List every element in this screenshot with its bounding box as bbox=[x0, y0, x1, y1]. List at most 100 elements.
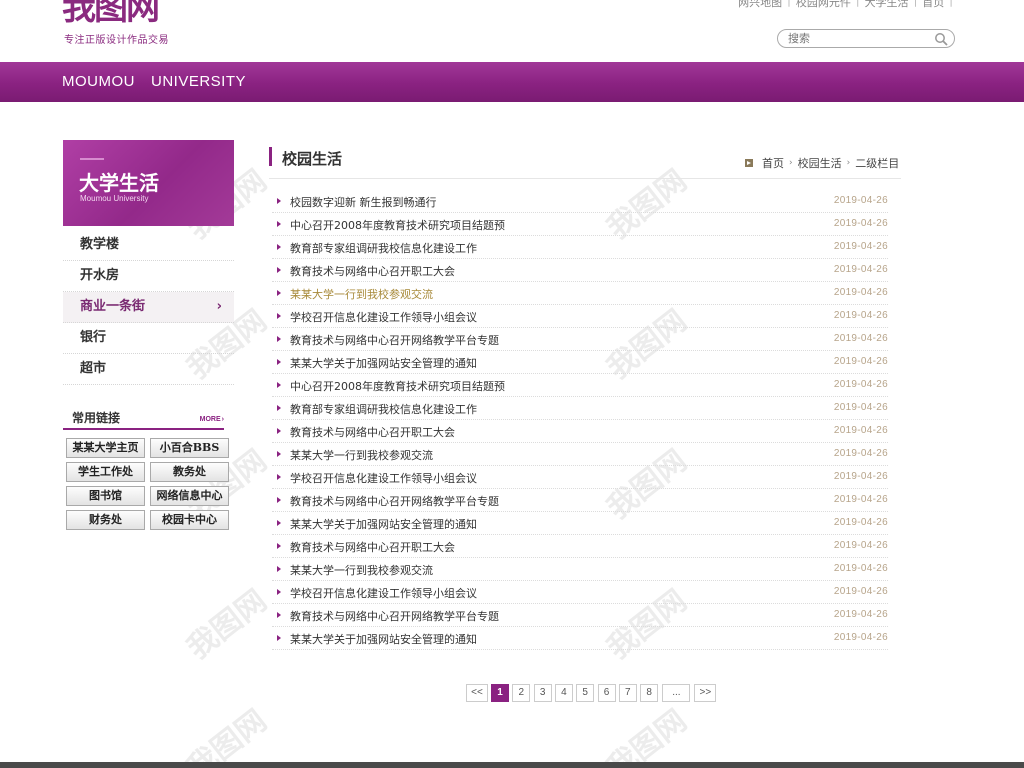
news-title[interactable]: 某某大学一行到我校参观交流 bbox=[290, 447, 433, 463]
news-title[interactable]: 某某大学关于加强网站安全管理的通知 bbox=[290, 355, 477, 371]
news-item[interactable]: 教育技术与网络中心召开职工大会 2019-04-26 bbox=[272, 535, 888, 558]
breadcrumb-separator: › bbox=[789, 158, 793, 168]
page-number-button[interactable]: 2 bbox=[512, 684, 531, 702]
top-link[interactable]: 首页 bbox=[922, 0, 944, 10]
page-number-button[interactable]: 4 bbox=[554, 684, 573, 702]
quick-link-button[interactable]: 校园卡中心 bbox=[150, 510, 229, 530]
bullet-arrow-icon bbox=[277, 405, 281, 411]
breadcrumb-separator: › bbox=[846, 158, 851, 168]
news-item[interactable]: 校园数字迎新 新生报到畅通行 2019-04-26 bbox=[272, 190, 888, 213]
news-item[interactable]: 某某大学关于加强网站安全管理的通知 2019-04-26 bbox=[272, 627, 888, 650]
quick-link-button[interactable]: 图书馆 bbox=[66, 486, 145, 506]
news-title[interactable]: 教育技术与网络中心召开网络教学平台专题 bbox=[290, 332, 499, 348]
news-title[interactable]: 学校召开信息化建设工作领导小组会议 bbox=[290, 470, 477, 486]
university-banner: MOUMOU UNIVERSITY bbox=[0, 62, 1024, 102]
top-link[interactable]: 大学生活 bbox=[865, 0, 909, 10]
bullet-arrow-icon bbox=[277, 221, 281, 227]
sidebar-item[interactable]: 商业一条街 › bbox=[63, 292, 234, 323]
top-link[interactable]: 校园网元件 bbox=[796, 0, 851, 10]
title-divider bbox=[269, 178, 901, 179]
top-link[interactable]: 网兴地图 bbox=[738, 0, 782, 10]
sidebar-item-label: 银行 bbox=[80, 330, 107, 345]
bullet-arrow-icon bbox=[277, 497, 281, 503]
news-title[interactable]: 教育部专家组调研我校信息化建设工作 bbox=[290, 240, 477, 256]
news-title[interactable]: 某某大学一行到我校参观交流 bbox=[290, 286, 433, 302]
quick-link-button[interactable]: 学生工作处 bbox=[66, 462, 145, 482]
news-item[interactable]: 某某大学一行到我校参观交流 2019-04-26 bbox=[272, 443, 888, 466]
site-logo[interactable]: 我图网 bbox=[62, 0, 222, 28]
news-item[interactable]: 学校召开信息化建设工作领导小组会议 2019-04-26 bbox=[272, 305, 888, 328]
news-item[interactable]: 教育技术与网络中心召开职工大会 2019-04-26 bbox=[272, 420, 888, 443]
page-number-button[interactable]: 7 bbox=[618, 684, 637, 702]
page-number-button[interactable]: 1 bbox=[491, 684, 509, 702]
news-item[interactable]: 中心召开2008年度教育技术研究项目结题预 2019-04-26 bbox=[272, 374, 888, 397]
news-title[interactable]: 某某大学一行到我校参观交流 bbox=[290, 562, 433, 578]
news-title[interactable]: 教育技术与网络中心召开网络教学平台专题 bbox=[290, 608, 499, 624]
sidebar-item[interactable]: 超市 bbox=[63, 354, 234, 385]
breadcrumb-item[interactable]: 校园生活 bbox=[798, 155, 842, 171]
news-item[interactable]: 教育技术与网络中心召开网络教学平台专题 2019-04-26 bbox=[272, 328, 888, 351]
sidebar-item[interactable]: 银行 bbox=[63, 323, 234, 354]
news-title[interactable]: 某某大学关于加强网站安全管理的通知 bbox=[290, 631, 477, 647]
bullet-arrow-icon bbox=[277, 635, 281, 641]
page-number-button[interactable]: 6 bbox=[597, 684, 616, 702]
news-item[interactable]: 学校召开信息化建设工作领导小组会议 2019-04-26 bbox=[272, 581, 888, 604]
common-links-title: 常用链接 bbox=[72, 411, 121, 425]
quick-link-button[interactable]: 教务处 bbox=[150, 462, 229, 482]
news-item[interactable]: 某某大学关于加强网站安全管理的通知 2019-04-26 bbox=[272, 512, 888, 535]
more-link[interactable]: MORE› bbox=[200, 416, 224, 423]
more-link-label: MORE bbox=[199, 416, 221, 423]
news-title[interactable]: 中心召开2008年度教育技术研究项目结题预 bbox=[290, 378, 505, 394]
news-date: 2019-04-26 bbox=[833, 632, 888, 643]
next-page-button[interactable]: >> bbox=[694, 684, 717, 702]
page-number-button[interactable]: 8 bbox=[640, 684, 659, 702]
breadcrumb-item[interactable]: 首页 bbox=[762, 155, 784, 171]
news-item[interactable]: 某某大学一行到我校参观交流 2019-04-26 bbox=[272, 282, 888, 305]
news-title[interactable]: 学校召开信息化建设工作领导小组会议 bbox=[290, 585, 477, 601]
sidebar-item[interactable]: 开水房 bbox=[63, 261, 234, 292]
bullet-arrow-icon bbox=[277, 451, 281, 457]
news-title[interactable]: 教育部专家组调研我校信息化建设工作 bbox=[290, 401, 477, 417]
sidebar-banner-title: 大学生活 bbox=[79, 171, 159, 195]
page-number-button[interactable]: 3 bbox=[533, 684, 552, 702]
news-item[interactable]: 某某大学一行到我校参观交流 2019-04-26 bbox=[272, 558, 888, 581]
news-title[interactable]: 教育技术与网络中心召开职工大会 bbox=[290, 263, 455, 279]
news-title[interactable]: 教育技术与网络中心召开网络教学平台专题 bbox=[290, 493, 499, 509]
page-ellipsis: ... bbox=[662, 684, 691, 702]
page-number-button[interactable]: 5 bbox=[576, 684, 595, 702]
quick-link-button[interactable]: 小百合BBS bbox=[150, 438, 229, 458]
bullet-arrow-icon bbox=[277, 543, 281, 549]
news-date: 2019-04-26 bbox=[833, 218, 888, 229]
quick-link-button[interactable]: 网络信息中心 bbox=[150, 486, 229, 506]
sidebar-menu: 教学楼 开水房 商业一条街 › 银行超市 bbox=[63, 230, 234, 385]
news-title[interactable]: 学校召开信息化建设工作领导小组会议 bbox=[290, 309, 477, 325]
bullet-arrow-icon bbox=[277, 267, 281, 273]
news-title[interactable]: 教育技术与网络中心召开职工大会 bbox=[290, 539, 455, 555]
news-item[interactable]: 中心召开2008年度教育技术研究项目结题预 2019-04-26 bbox=[272, 213, 888, 236]
news-date: 2019-04-26 bbox=[833, 195, 888, 206]
news-item[interactable]: 教育技术与网络中心召开职工大会 2019-04-26 bbox=[272, 259, 888, 282]
bullet-arrow-icon bbox=[277, 612, 281, 618]
news-title[interactable]: 教育技术与网络中心召开职工大会 bbox=[290, 424, 455, 440]
news-date: 2019-04-26 bbox=[833, 540, 888, 551]
search-input[interactable] bbox=[788, 31, 928, 46]
sidebar-item[interactable]: 教学楼 bbox=[63, 230, 234, 261]
breadcrumb-item: 二级栏目 bbox=[855, 157, 900, 170]
news-title[interactable]: 某某大学关于加强网站安全管理的通知 bbox=[290, 516, 477, 532]
news-date: 2019-04-26 bbox=[833, 517, 888, 528]
quick-link-button[interactable]: 财务处 bbox=[66, 510, 145, 530]
quick-link-button[interactable]: 某某大学主页 bbox=[66, 438, 145, 458]
news-item[interactable]: 教育技术与网络中心召开网络教学平台专题 2019-04-26 bbox=[272, 489, 888, 512]
news-title[interactable]: 校园数字迎新 新生报到畅通行 bbox=[290, 194, 437, 210]
news-item[interactable]: 学校召开信息化建设工作领导小组会议 2019-04-26 bbox=[272, 466, 888, 489]
news-item[interactable]: 教育部专家组调研我校信息化建设工作 2019-04-26 bbox=[272, 236, 888, 259]
news-item[interactable]: 教育技术与网络中心召开网络教学平台专题 2019-04-26 bbox=[272, 604, 888, 627]
search-icon[interactable] bbox=[934, 32, 948, 46]
news-item[interactable]: 某某大学关于加强网站安全管理的通知 2019-04-26 bbox=[272, 351, 888, 374]
bullet-arrow-icon bbox=[277, 589, 281, 595]
prev-page-button[interactable]: << bbox=[466, 684, 488, 702]
bullet-arrow-icon bbox=[277, 428, 281, 434]
news-item[interactable]: 教育部专家组调研我校信息化建设工作 2019-04-26 bbox=[272, 397, 888, 420]
news-date: 2019-04-26 bbox=[833, 241, 888, 252]
news-title[interactable]: 中心召开2008年度教育技术研究项目结题预 bbox=[290, 217, 505, 233]
